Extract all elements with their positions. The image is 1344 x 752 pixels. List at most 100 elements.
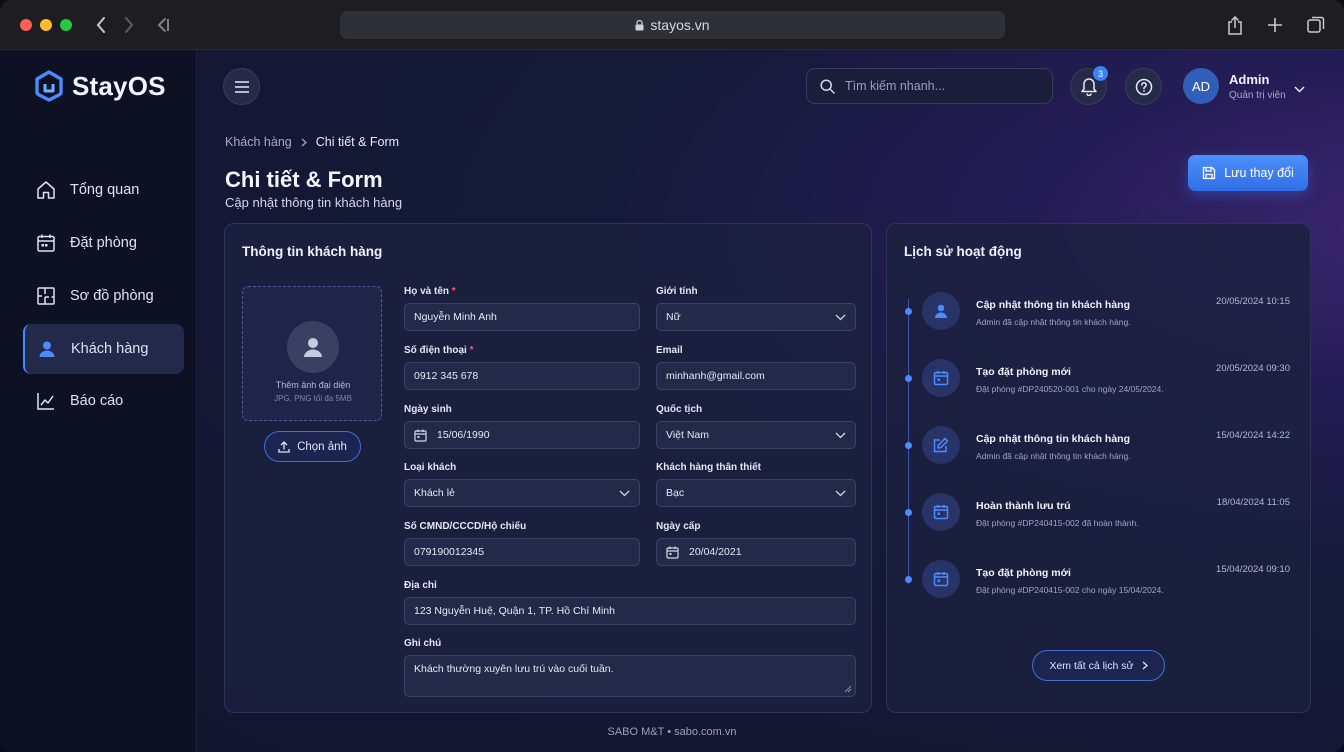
email-field[interactable]: minhanh@gmail.com <box>656 362 856 390</box>
calendar-icon <box>922 493 960 531</box>
guest-type-select[interactable]: Khách lẻ <box>404 479 640 507</box>
chevron-down-icon <box>835 490 846 496</box>
calendar-icon <box>922 359 960 397</box>
user-role: Quản trị viên <box>1229 90 1286 101</box>
timeline-dot <box>905 576 912 583</box>
birthday-field[interactable]: 15/06/1990 <box>404 421 640 449</box>
browser-window: stayos.vn StayOS Tổng quan Đặt phòng Sơ … <box>0 0 1344 752</box>
sidebar-item-label: Đặt phòng <box>70 235 137 251</box>
timeline-dot <box>905 375 912 382</box>
activity-time: 15/04/2024 09:10 <box>1216 564 1290 575</box>
card-title: Lịch sử hoạt động <box>904 244 1022 259</box>
save-button-label: Lưu thay đổi <box>1224 166 1294 180</box>
timeline-dot <box>905 308 912 315</box>
activity-desc: Đặt phòng #DP240520-001 cho ngày 24/05/2… <box>976 384 1164 394</box>
loyalty-select[interactable]: Bạc <box>656 479 856 507</box>
activity-title: Cập nhật thông tin khách hàng <box>976 433 1130 445</box>
choose-image-button[interactable]: Chọn ảnh <box>264 431 361 462</box>
note-textarea[interactable]: Khách thường xuyên lưu trú vào cuối tuần… <box>404 655 856 697</box>
help-icon <box>1135 78 1152 95</box>
chevron-down-icon <box>835 314 846 320</box>
activity-time: 20/05/2024 10:15 <box>1216 296 1290 307</box>
url-text: stayos.vn <box>650 17 710 33</box>
avatar[interactable]: AD <box>1183 68 1219 104</box>
activity-title: Cập nhật thông tin khách hàng <box>976 299 1130 311</box>
calendar-icon <box>666 546 679 559</box>
address-label: Địa chỉ <box>404 580 437 591</box>
breadcrumb-parent[interactable]: Khách hàng <box>225 135 292 149</box>
user-name[interactable]: Admin <box>1229 72 1269 87</box>
resize-handle-icon[interactable] <box>844 685 852 693</box>
nationality-select[interactable]: Việt Nam <box>656 421 856 449</box>
activity-title: Hoàn thành lưu trú <box>976 500 1071 512</box>
chevron-down-icon <box>835 432 846 438</box>
customer-info-card: Thông tin khách hàng Thêm ảnh đại diện J… <box>224 223 872 713</box>
id-number-field[interactable]: 079190012345 <box>404 538 640 566</box>
chevron-down-icon <box>619 490 630 496</box>
issue-date-field[interactable]: 20/04/2021 <box>656 538 856 566</box>
activity-time: 15/04/2024 14:22 <box>1216 430 1290 441</box>
breadcrumb: Khách hàng Chi tiết & Form <box>225 135 399 149</box>
back-icon[interactable] <box>89 13 113 37</box>
brand-logo[interactable]: StayOS <box>34 70 166 102</box>
forward-icon[interactable] <box>117 13 141 37</box>
chevron-down-icon[interactable] <box>1294 80 1305 98</box>
close-window-button[interactable] <box>20 19 32 31</box>
sidebar-item-khach-hang[interactable]: Khách hàng <box>23 324 184 374</box>
sidebar-item-dat-phong[interactable]: Đặt phòng <box>23 218 184 268</box>
sidebar-item-bao-cao[interactable]: Báo cáo <box>23 376 184 426</box>
brand-name: StayOS <box>72 70 166 101</box>
help-button[interactable] <box>1125 68 1162 105</box>
sidebar-item-tong-quan[interactable]: Tổng quan <box>23 165 184 215</box>
save-icon <box>1203 166 1216 180</box>
address-field[interactable]: 123 Nguyễn Huệ, Quận 1, TP. Hồ Chí Minh <box>404 597 856 625</box>
gender-select[interactable]: Nữ <box>656 303 856 331</box>
chevron-right-icon <box>301 138 307 146</box>
timeline-dot <box>905 509 912 516</box>
hamburger-icon <box>234 80 249 93</box>
timeline-dot <box>905 442 912 449</box>
notifications-button[interactable]: 3 <box>1070 66 1108 105</box>
phone-field[interactable]: 0912 345 678 <box>404 362 640 390</box>
search-input[interactable] <box>845 79 1025 93</box>
floorplan-icon <box>37 287 55 305</box>
address-bar[interactable]: stayos.vn <box>340 11 1005 39</box>
new-tab-icon[interactable] <box>1263 13 1287 37</box>
edit-icon <box>922 426 960 464</box>
footer-text: SABO M&T • sabo.com.vn <box>607 726 737 738</box>
tabs-overview-icon[interactable] <box>1304 13 1328 37</box>
sidebar-item-label: Sơ đồ phòng <box>70 288 154 304</box>
sidebar-item-label: Tổng quan <box>70 182 140 198</box>
choose-image-label: Chọn ảnh <box>297 440 347 453</box>
view-all-history-button[interactable]: Xem tất cả lịch sử <box>1032 650 1165 681</box>
main-content: 3 AD Admin Quản trị viên Khách hàng Chi … <box>198 50 1344 752</box>
calendar-icon <box>922 560 960 598</box>
card-title: Thông tin khách hàng <box>242 244 383 259</box>
email-label: Email <box>656 345 683 356</box>
upload-hint: JPG, PNG tối đa 5MB <box>274 394 352 403</box>
sidebar-item-so-do-phong[interactable]: Sơ đồ phòng <box>23 271 184 321</box>
menu-button[interactable] <box>223 68 260 105</box>
avatar-upload-dropzone[interactable]: Thêm ảnh đại diện JPG, PNG tối đa 5MB <box>242 286 382 421</box>
activity-title: Tạo đặt phòng mới <box>976 366 1071 378</box>
home-icon <box>37 181 55 199</box>
search-box[interactable] <box>806 68 1053 104</box>
save-button[interactable]: Lưu thay đổi <box>1188 155 1308 191</box>
full-name-field[interactable]: Nguyễn Minh Anh <box>404 303 640 331</box>
chevron-right-icon <box>1142 661 1148 670</box>
activity-desc: Admin đã cập nhật thông tin khách hàng. <box>976 451 1131 461</box>
avatar-placeholder <box>287 321 339 373</box>
bell-icon <box>1080 78 1097 96</box>
loyalty-label: Khách hàng thân thiết <box>656 462 761 473</box>
note-label: Ghi chú <box>404 638 442 649</box>
minimize-window-button[interactable] <box>40 19 52 31</box>
sidebar-toggle-icon[interactable] <box>151 13 175 37</box>
page-subtitle: Cập nhật thông tin khách hàng <box>225 195 403 210</box>
zoom-window-button[interactable] <box>60 19 72 31</box>
search-icon <box>820 78 835 94</box>
birthday-label: Ngày sinh <box>404 404 452 415</box>
id-number-label: Số CMND/CCCD/Hộ chiếu <box>404 521 527 532</box>
view-all-history-label: Xem tất cả lịch sử <box>1049 659 1134 672</box>
share-icon[interactable] <box>1223 13 1247 37</box>
browser-toolbar: stayos.vn <box>0 0 1344 50</box>
